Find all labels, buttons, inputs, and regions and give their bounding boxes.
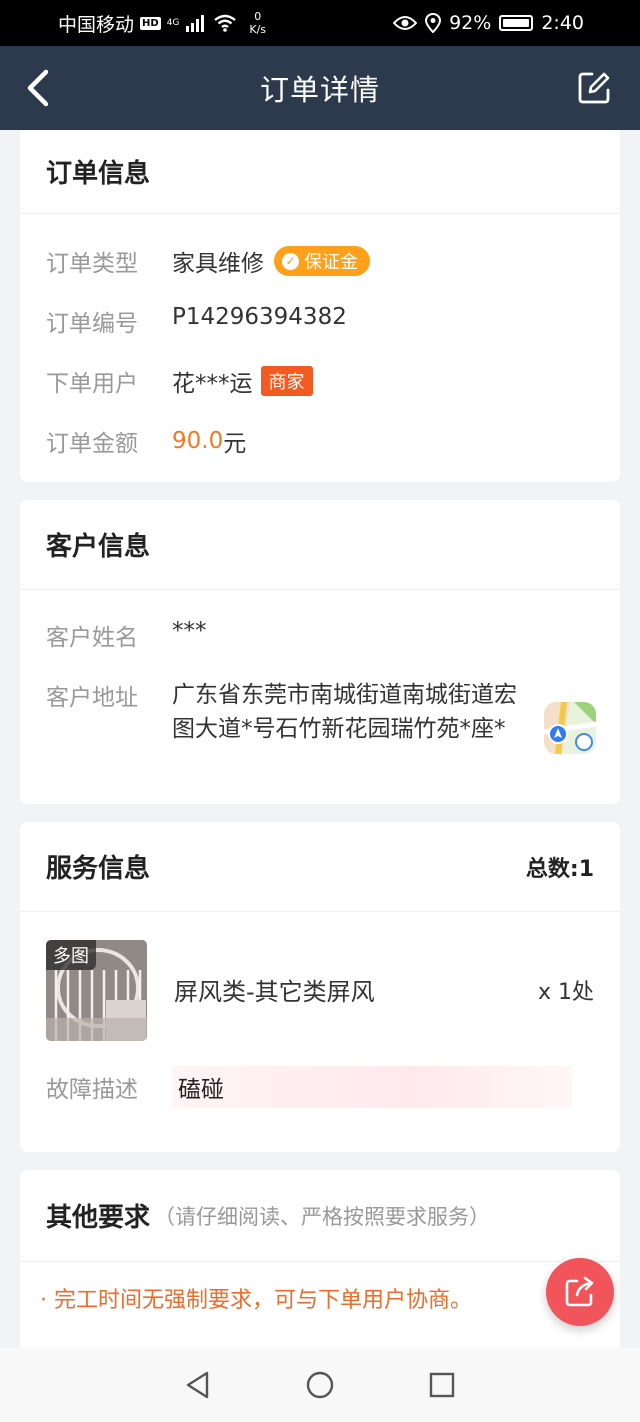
service-info-title: 服务信息 — [46, 854, 151, 884]
nav-back-icon[interactable] — [183, 1370, 213, 1400]
order-amount-row: 订单金额 90.0 元 — [46, 424, 594, 482]
service-info-header: 服务信息 总数:1 — [20, 822, 620, 912]
order-info-header: 订单信息 — [20, 130, 620, 214]
customer-info-header: 客户信息 — [20, 500, 620, 590]
customer-name-label: 客户姓名 — [46, 625, 138, 651]
order-type-label: 订单类型 — [46, 251, 138, 277]
order-user-row: 下单用户 花***运 商家 — [46, 364, 594, 424]
order-type-value: 家具维修 — [172, 251, 264, 277]
order-type-row: 订单类型 家具维修 ✓ 保证金 — [46, 244, 594, 304]
deposit-badge: ✓ 保证金 — [274, 246, 370, 276]
order-number-label: 订单编号 — [46, 311, 138, 337]
share-fab-button[interactable] — [546, 1258, 614, 1326]
status-right: 92% 2:40 — [393, 12, 584, 34]
map-navigation-icon[interactable] — [544, 702, 596, 754]
service-item-name: 屏风类-其它类屏风 — [174, 978, 375, 1006]
order-number-value: P14296394382 — [172, 304, 347, 330]
customer-info-card: 客户信息 客户姓名 *** 客户地址 广东省东莞市南城街道南城街道宏图大道*号石… — [20, 500, 620, 804]
page-title: 订单详情 — [259, 73, 380, 107]
clock: 2:40 — [541, 12, 584, 34]
eye-icon — [393, 16, 418, 30]
share-icon — [565, 1276, 594, 1307]
order-info-title: 订单信息 — [46, 159, 151, 189]
back-button[interactable] — [22, 66, 62, 110]
order-user-label: 下单用户 — [46, 371, 138, 397]
nav-recents-icon[interactable] — [427, 1370, 457, 1400]
multi-image-tag: 多图 — [46, 940, 96, 970]
order-type-value-group: 家具维修 ✓ 保证金 — [172, 244, 370, 278]
signal-icon — [186, 15, 205, 32]
status-bar: 中国移动 HD 4G 0 K/s 92% 2:40 — [0, 0, 640, 46]
maps-app-icon — [544, 702, 596, 754]
order-amount-value: 90.0 — [172, 428, 224, 454]
service-item-quantity: x 1处 — [537, 980, 594, 1005]
network-speed: 0 K/s — [249, 10, 266, 36]
customer-name-value: *** — [172, 618, 207, 644]
hd-badge: HD — [140, 16, 161, 30]
speed-unit: K/s — [249, 23, 267, 36]
deposit-badge-label: 保证金 — [304, 252, 358, 273]
order-user-value: 花***运 — [172, 371, 253, 397]
order-info-card: 订单信息 订单类型 家具维修 ✓ 保证金 订单编号 P14296394382 下… — [20, 130, 620, 482]
fault-description-row: 故障描述 磕碰 — [46, 1066, 572, 1108]
customer-info-body: 客户姓名 *** 客户地址 广东省东莞市南城街道南城街道宏图大道*号石竹新花园瑞… — [20, 590, 620, 746]
service-item-thumbnail[interactable]: 多图 — [46, 940, 147, 1041]
customer-name-row: 客户姓名 *** — [46, 618, 594, 678]
other-requirements-subtitle: （请仔细阅读、严格按照要求服务） — [154, 1204, 491, 1229]
nav-bar: 订单详情 — [0, 46, 640, 130]
customer-address-label: 客户地址 — [46, 685, 138, 711]
fault-description-value: 磕碰 — [172, 1066, 572, 1108]
customer-address-value: 广东省东莞市南城街道南城街道宏图大道*号石竹新花园瑞竹苑*座* — [172, 682, 517, 742]
other-requirements-title: 其他要求 — [46, 1203, 151, 1233]
order-user-value-group: 花***运 商家 — [172, 364, 313, 398]
customer-info-title: 客户信息 — [46, 532, 151, 562]
edit-button[interactable] — [576, 70, 612, 106]
service-info-card: 服务信息 总数:1 多图 屏风类-其它类屏风 x 1处 故障描述 磕碰 — [20, 822, 620, 1152]
wifi-icon — [214, 14, 237, 32]
chevron-left-icon — [27, 69, 49, 107]
merchant-badge: 商家 — [260, 366, 313, 396]
location-icon — [425, 13, 442, 33]
service-total: 总数:1 — [525, 856, 594, 882]
system-nav-bar — [0, 1348, 640, 1422]
requirement-item: · 完工时间无强制要求，可与下单用户协商。 — [40, 1288, 472, 1313]
speed-value: 0 — [254, 10, 262, 23]
status-left: 中国移动 HD 4G 0 K/s — [58, 10, 266, 37]
order-amount-label: 订单金额 — [46, 431, 138, 457]
other-requirements-header: 其他要求 （请仔细阅读、严格按照要求服务） — [20, 1170, 620, 1262]
fault-description-label: 故障描述 — [46, 1077, 138, 1103]
network-type: 4G — [166, 18, 180, 28]
carrier-name: 中国移动 — [58, 13, 135, 36]
order-amount-unit: 元 — [223, 431, 247, 457]
nav-home-icon[interactable] — [305, 1370, 335, 1400]
battery-percent: 92% — [449, 12, 492, 34]
edit-icon — [578, 72, 610, 104]
order-info-body: 订单类型 家具维修 ✓ 保证金 订单编号 P14296394382 下单用户 花… — [20, 214, 620, 482]
customer-address-row: 客户地址 广东省东莞市南城街道南城街道宏图大道*号石竹新花园瑞竹苑*座* — [46, 678, 594, 746]
order-number-row: 订单编号 P14296394382 — [46, 304, 594, 364]
battery-icon — [499, 15, 534, 31]
check-shield-icon: ✓ — [282, 252, 299, 270]
other-requirements-card: 其他要求 （请仔细阅读、严格按照要求服务） · 完工时间无强制要求，可与下单用户… — [20, 1170, 620, 1370]
order-amount-value-group: 90.0 元 — [172, 424, 246, 458]
